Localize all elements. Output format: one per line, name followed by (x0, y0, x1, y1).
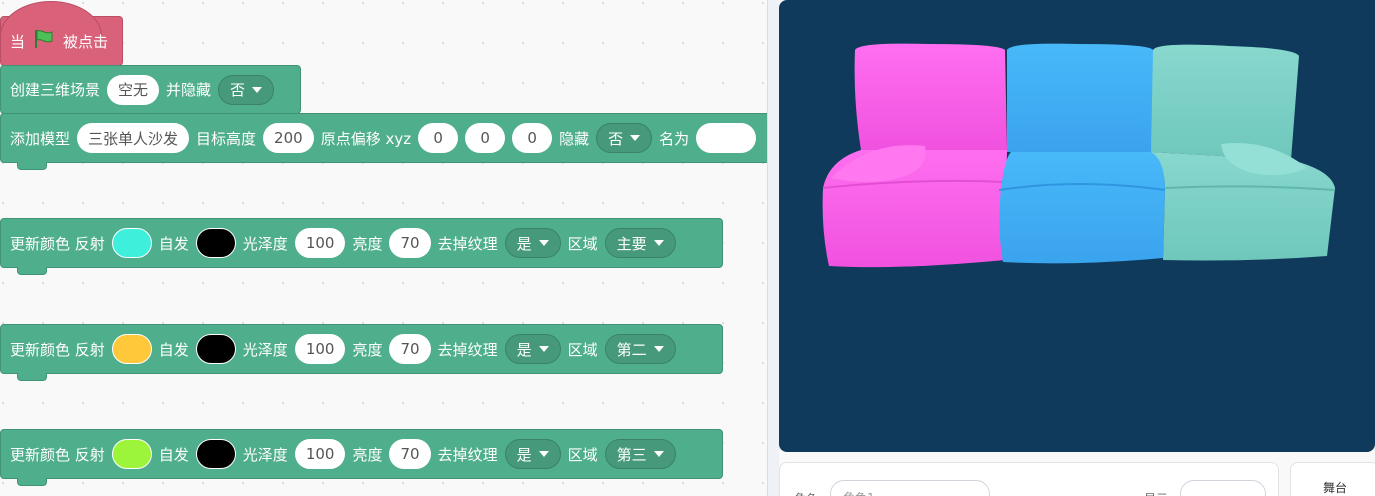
reflect-color-swatch[interactable] (111, 334, 152, 364)
when-flag-clicked-block[interactable]: 当 被点击 (0, 1, 123, 73)
scene-input[interactable]: 空无 (107, 74, 160, 105)
bright-input[interactable]: 70 (389, 334, 431, 364)
emit-color-swatch[interactable] (195, 439, 236, 469)
add-model-block[interactable]: 添加模型 三张单人沙发 目标高度 200 原点偏移 xyz 0 0 0 隐藏 否… (0, 113, 767, 170)
create-scene-block[interactable]: 创建三维场景 空无 并隐藏 否 (0, 65, 301, 121)
model-hide-label: 隐藏 (559, 129, 590, 148)
sprite-label: 角色 (794, 490, 818, 496)
create-scene-label: 创建三维场景 (10, 81, 101, 99)
region-dropdown[interactable]: 第二 (604, 334, 676, 364)
model-input[interactable]: 三张单人沙发 (77, 123, 190, 153)
model-hide-dropdown-value: 否 (608, 129, 624, 148)
hide-label: 并隐藏 (166, 81, 212, 99)
gloss-input[interactable]: 100 (294, 439, 346, 469)
update-color-label: 更新颜色 反射 (10, 340, 105, 359)
region-dropdown-value: 主要 (616, 234, 647, 253)
chevron-down-icon (630, 135, 641, 141)
green-flag-icon (33, 29, 55, 53)
emit-label: 自发 (158, 445, 189, 464)
region-label: 区域 (567, 340, 598, 359)
sofa-seat-blue (998, 43, 1166, 264)
height-input[interactable]: 200 (263, 123, 314, 153)
editor-app: 当 被点击 创建三维场景 空无 并隐藏 否 添加模型 三张单人沙发 目标高度 2… (0, 0, 1375, 496)
stage-tab[interactable]: 舞台 (1290, 462, 1375, 496)
stage-tab-label: 舞台 (1322, 481, 1347, 495)
update-color-block-1[interactable]: 更新颜色 反射 自发 光泽度 100 亮度 70 去掉纹理 是 区域 主要 (0, 218, 723, 275)
chevron-down-icon (538, 346, 549, 352)
stage-canvas[interactable] (779, 0, 1375, 452)
update-color-label: 更新颜色 反射 (10, 234, 105, 253)
gloss-input[interactable]: 100 (294, 228, 346, 258)
gloss-input[interactable]: 100 (294, 334, 346, 364)
name-label: 名为 (659, 129, 690, 148)
region-dropdown-value: 第二 (616, 340, 647, 359)
update-color-label: 更新颜色 反射 (10, 445, 105, 464)
offset-label: 原点偏移 xyz (320, 129, 412, 148)
reflect-color-swatch[interactable] (111, 439, 152, 469)
emit-color-swatch[interactable] (195, 334, 236, 364)
sprite-info-panel: 角色 角色1 显示 (779, 462, 1279, 496)
texture-label: 去掉纹理 (437, 340, 498, 359)
bright-label: 亮度 (352, 445, 383, 464)
code-area[interactable]: 当 被点击 创建三维场景 空无 并隐藏 否 添加模型 三张单人沙发 目标高度 2… (0, 0, 767, 496)
emit-label: 自发 (158, 234, 189, 253)
sprite-name-input[interactable]: 角色1 (830, 480, 990, 496)
model-hide-dropdown[interactable]: 否 (596, 123, 653, 153)
sofa-render (822, 43, 1336, 268)
texture-dropdown[interactable]: 是 (504, 228, 561, 258)
texture-dropdown-value: 是 (516, 340, 532, 359)
region-label: 区域 (567, 445, 598, 464)
show-label: 显示 (1144, 490, 1168, 496)
hat-prefix-label: 当 (10, 32, 26, 51)
name-input[interactable] (696, 123, 757, 153)
add-model-label: 添加模型 (10, 129, 71, 148)
texture-label: 去掉纹理 (437, 445, 498, 464)
emit-color-swatch[interactable] (195, 228, 236, 258)
bright-label: 亮度 (352, 234, 383, 253)
texture-dropdown[interactable]: 是 (504, 439, 561, 469)
region-dropdown[interactable]: 第三 (604, 439, 676, 469)
chevron-down-icon (653, 240, 664, 246)
gloss-label: 光泽度 (242, 234, 288, 253)
texture-label: 去掉纹理 (437, 234, 498, 253)
chevron-down-icon (653, 346, 664, 352)
texture-dropdown[interactable]: 是 (504, 334, 561, 364)
hat-suffix-label: 被点击 (63, 32, 109, 51)
update-color-block-2[interactable]: 更新颜色 反射 自发 光泽度 100 亮度 70 去掉纹理 是 区域 第二 (0, 324, 723, 381)
offset-y-input[interactable]: 0 (465, 123, 506, 153)
offset-z-input[interactable]: 0 (512, 123, 553, 153)
hide-dropdown-value: 否 (230, 81, 246, 99)
bright-input[interactable]: 70 (389, 228, 431, 258)
offset-x-input[interactable]: 0 (418, 123, 459, 153)
gloss-label: 光泽度 (242, 340, 288, 359)
reflect-color-swatch[interactable] (111, 228, 152, 258)
bright-input[interactable]: 70 (389, 439, 431, 469)
sofa-seat-pink (822, 43, 1007, 268)
emit-label: 自发 (158, 340, 189, 359)
sofa-seat-teal (1151, 44, 1336, 261)
bright-label: 亮度 (352, 340, 383, 359)
show-toggle[interactable] (1180, 480, 1266, 496)
gloss-label: 光泽度 (242, 445, 288, 464)
chevron-down-icon (252, 86, 263, 93)
region-label: 区域 (567, 234, 598, 253)
region-dropdown[interactable]: 主要 (604, 228, 676, 258)
texture-dropdown-value: 是 (516, 445, 532, 464)
chevron-down-icon (538, 240, 549, 246)
update-color-block-3[interactable]: 更新颜色 反射 自发 光泽度 100 亮度 70 去掉纹理 是 区域 第三 (0, 429, 723, 486)
hide-dropdown[interactable]: 否 (218, 74, 275, 105)
panel-splitter[interactable] (767, 0, 779, 496)
height-label: 目标高度 (196, 129, 257, 148)
region-dropdown-value: 第三 (616, 445, 647, 464)
chevron-down-icon (538, 451, 549, 457)
texture-dropdown-value: 是 (516, 234, 532, 253)
chevron-down-icon (653, 451, 664, 457)
